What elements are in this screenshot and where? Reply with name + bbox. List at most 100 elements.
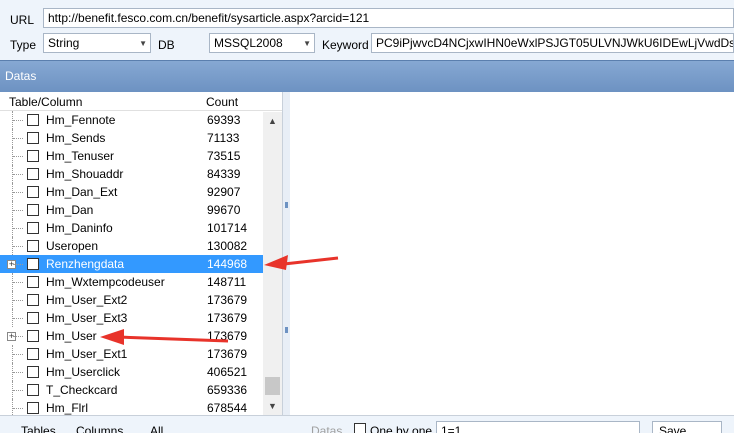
- column-header-table[interactable]: Table/Column: [9, 95, 82, 109]
- tree-header: Table/Column Count: [0, 92, 282, 111]
- table-name: T_Checkcard: [46, 383, 118, 397]
- table-row[interactable]: Hm_Tenuser 73515: [0, 147, 263, 165]
- row-checkbox[interactable]: [27, 114, 39, 126]
- row-checkbox[interactable]: [27, 366, 39, 378]
- table-row[interactable]: Hm_Daninfo 101714: [0, 219, 263, 237]
- row-checkbox[interactable]: [27, 276, 39, 288]
- type-label: Type: [10, 38, 37, 52]
- type-select-value: String: [48, 36, 80, 50]
- row-checkbox[interactable]: [27, 312, 39, 324]
- keyword-input[interactable]: PC9iPjwvcD4NCjxwIHN0eWxlPSJGT05ULVNJWkU6…: [371, 33, 734, 53]
- table-row[interactable]: Hm_User_Ext1 173679: [0, 345, 263, 363]
- data-view-pane: [290, 92, 734, 415]
- table-count: 144968: [207, 257, 248, 271]
- table-row[interactable]: Hm_Dan_Ext 92907: [0, 183, 263, 201]
- row-checkbox[interactable]: [27, 402, 39, 414]
- datas-section-title: Datas: [5, 69, 37, 83]
- all-button[interactable]: All: [150, 424, 163, 433]
- row-checkbox[interactable]: [27, 222, 39, 234]
- where-input[interactable]: 1=1: [436, 421, 640, 433]
- row-checkbox[interactable]: [27, 294, 39, 306]
- row-checkbox[interactable]: [27, 330, 39, 342]
- url-input[interactable]: http://benefit.fesco.com.cn/benefit/sysa…: [43, 8, 734, 28]
- splitter-grip: [285, 327, 288, 333]
- table-name: Hm_Flrl: [46, 401, 88, 415]
- column-header-count[interactable]: Count: [206, 95, 238, 109]
- datas-section-header: Datas: [0, 60, 734, 92]
- row-checkbox[interactable]: [27, 186, 39, 198]
- scroll-up-icon[interactable]: ▲: [263, 112, 282, 130]
- datas-button[interactable]: Datas: [311, 424, 342, 433]
- table-name: Hm_Fennote: [46, 113, 116, 127]
- row-checkbox[interactable]: [27, 348, 39, 360]
- table-name: Hm_User: [46, 329, 97, 343]
- table-row[interactable]: Hm_User_Ext2 173679: [0, 291, 263, 309]
- table-row[interactable]: + Hm_User 173679: [0, 327, 263, 345]
- table-name: Hm_Wxtempcodeuser: [46, 275, 165, 289]
- table-name: Hm_Sends: [46, 131, 106, 145]
- table-count: 148711: [207, 275, 247, 289]
- scrollbar-thumb[interactable]: [265, 377, 280, 395]
- type-select[interactable]: String ▼: [43, 33, 151, 53]
- tables-button[interactable]: Tables: [21, 424, 56, 433]
- table-name: Hm_Dan_Ext: [46, 185, 118, 199]
- table-count: 678544: [207, 401, 248, 415]
- table-name: Hm_User_Ext3: [46, 311, 128, 325]
- table-count: 99670: [207, 203, 241, 217]
- table-count: 173679: [207, 329, 248, 343]
- toolbar-panel: URL http://benefit.fesco.com.cn/benefit/…: [0, 0, 734, 60]
- table-count: 101714: [207, 221, 248, 235]
- table-row[interactable]: T_Checkcard 659336: [0, 381, 263, 399]
- table-name: Hm_Daninfo: [46, 221, 113, 235]
- save-button[interactable]: Save: [652, 421, 722, 433]
- one-by-one-checkbox[interactable]: [354, 423, 366, 433]
- db-select-value: MSSQL2008: [214, 36, 283, 50]
- table-count: 659336: [207, 383, 248, 397]
- table-row[interactable]: Hm_User_Ext3 173679: [0, 309, 263, 327]
- table-count: 71133: [207, 131, 240, 145]
- table-name: Hm_Shouaddr: [46, 167, 124, 181]
- table-count: 173679: [207, 347, 248, 361]
- table-count: 406521: [207, 365, 248, 379]
- chevron-down-icon: ▼: [139, 39, 147, 48]
- table-count: 173679: [207, 293, 248, 307]
- table-row-selected[interactable]: + Renzhengdata 144968: [0, 255, 263, 273]
- db-label: DB: [158, 38, 175, 52]
- table-row[interactable]: Hm_Shouaddr 84339: [0, 165, 263, 183]
- table-name: Renzhengdata: [46, 257, 125, 271]
- chevron-down-icon: ▼: [303, 39, 311, 48]
- tree-scrollbar[interactable]: ▲ ▼: [263, 112, 282, 415]
- table-row[interactable]: Useropen 130082: [0, 237, 263, 255]
- table-name: Hm_Userclick: [46, 365, 121, 379]
- one-by-one-label: One by one: [370, 424, 433, 433]
- table-row[interactable]: Hm_Flrl 678544: [0, 399, 263, 415]
- table-name: Hm_Tenuser: [46, 149, 115, 163]
- url-label: URL: [10, 13, 35, 27]
- columns-button[interactable]: Columns: [76, 424, 123, 433]
- table-name: Useropen: [46, 239, 99, 253]
- row-checkbox[interactable]: [27, 150, 39, 162]
- table-row[interactable]: Hm_Dan 99670: [0, 201, 263, 219]
- splitter-grip: [285, 202, 288, 208]
- row-checkbox[interactable]: [27, 204, 39, 216]
- table-count: 69393: [207, 113, 241, 127]
- row-checkbox[interactable]: [27, 132, 39, 144]
- table-name: Hm_User_Ext2: [46, 293, 128, 307]
- table-row[interactable]: Hm_Fennote 69393: [0, 111, 263, 129]
- row-checkbox[interactable]: [27, 384, 39, 396]
- row-checkbox[interactable]: [27, 240, 39, 252]
- table-count: 130082: [207, 239, 248, 253]
- table-count: 84339: [207, 167, 241, 181]
- table-row[interactable]: Hm_Userclick 406521: [0, 363, 263, 381]
- table-count: 92907: [207, 185, 241, 199]
- db-select[interactable]: MSSQL2008 ▼: [209, 33, 315, 53]
- panel-splitter[interactable]: [283, 92, 290, 415]
- table-tree[interactable]: Table/Column Count Hm_Fennote 69393 Hm_Se…: [0, 92, 283, 415]
- scroll-down-icon[interactable]: ▼: [263, 397, 282, 415]
- table-count: 73515: [207, 149, 241, 163]
- row-checkbox[interactable]: [27, 168, 39, 180]
- keyword-label: Keyword: [322, 38, 369, 52]
- table-row[interactable]: Hm_Wxtempcodeuser 148711: [0, 273, 263, 291]
- table-row[interactable]: Hm_Sends 71133: [0, 129, 263, 147]
- row-checkbox[interactable]: [27, 258, 39, 270]
